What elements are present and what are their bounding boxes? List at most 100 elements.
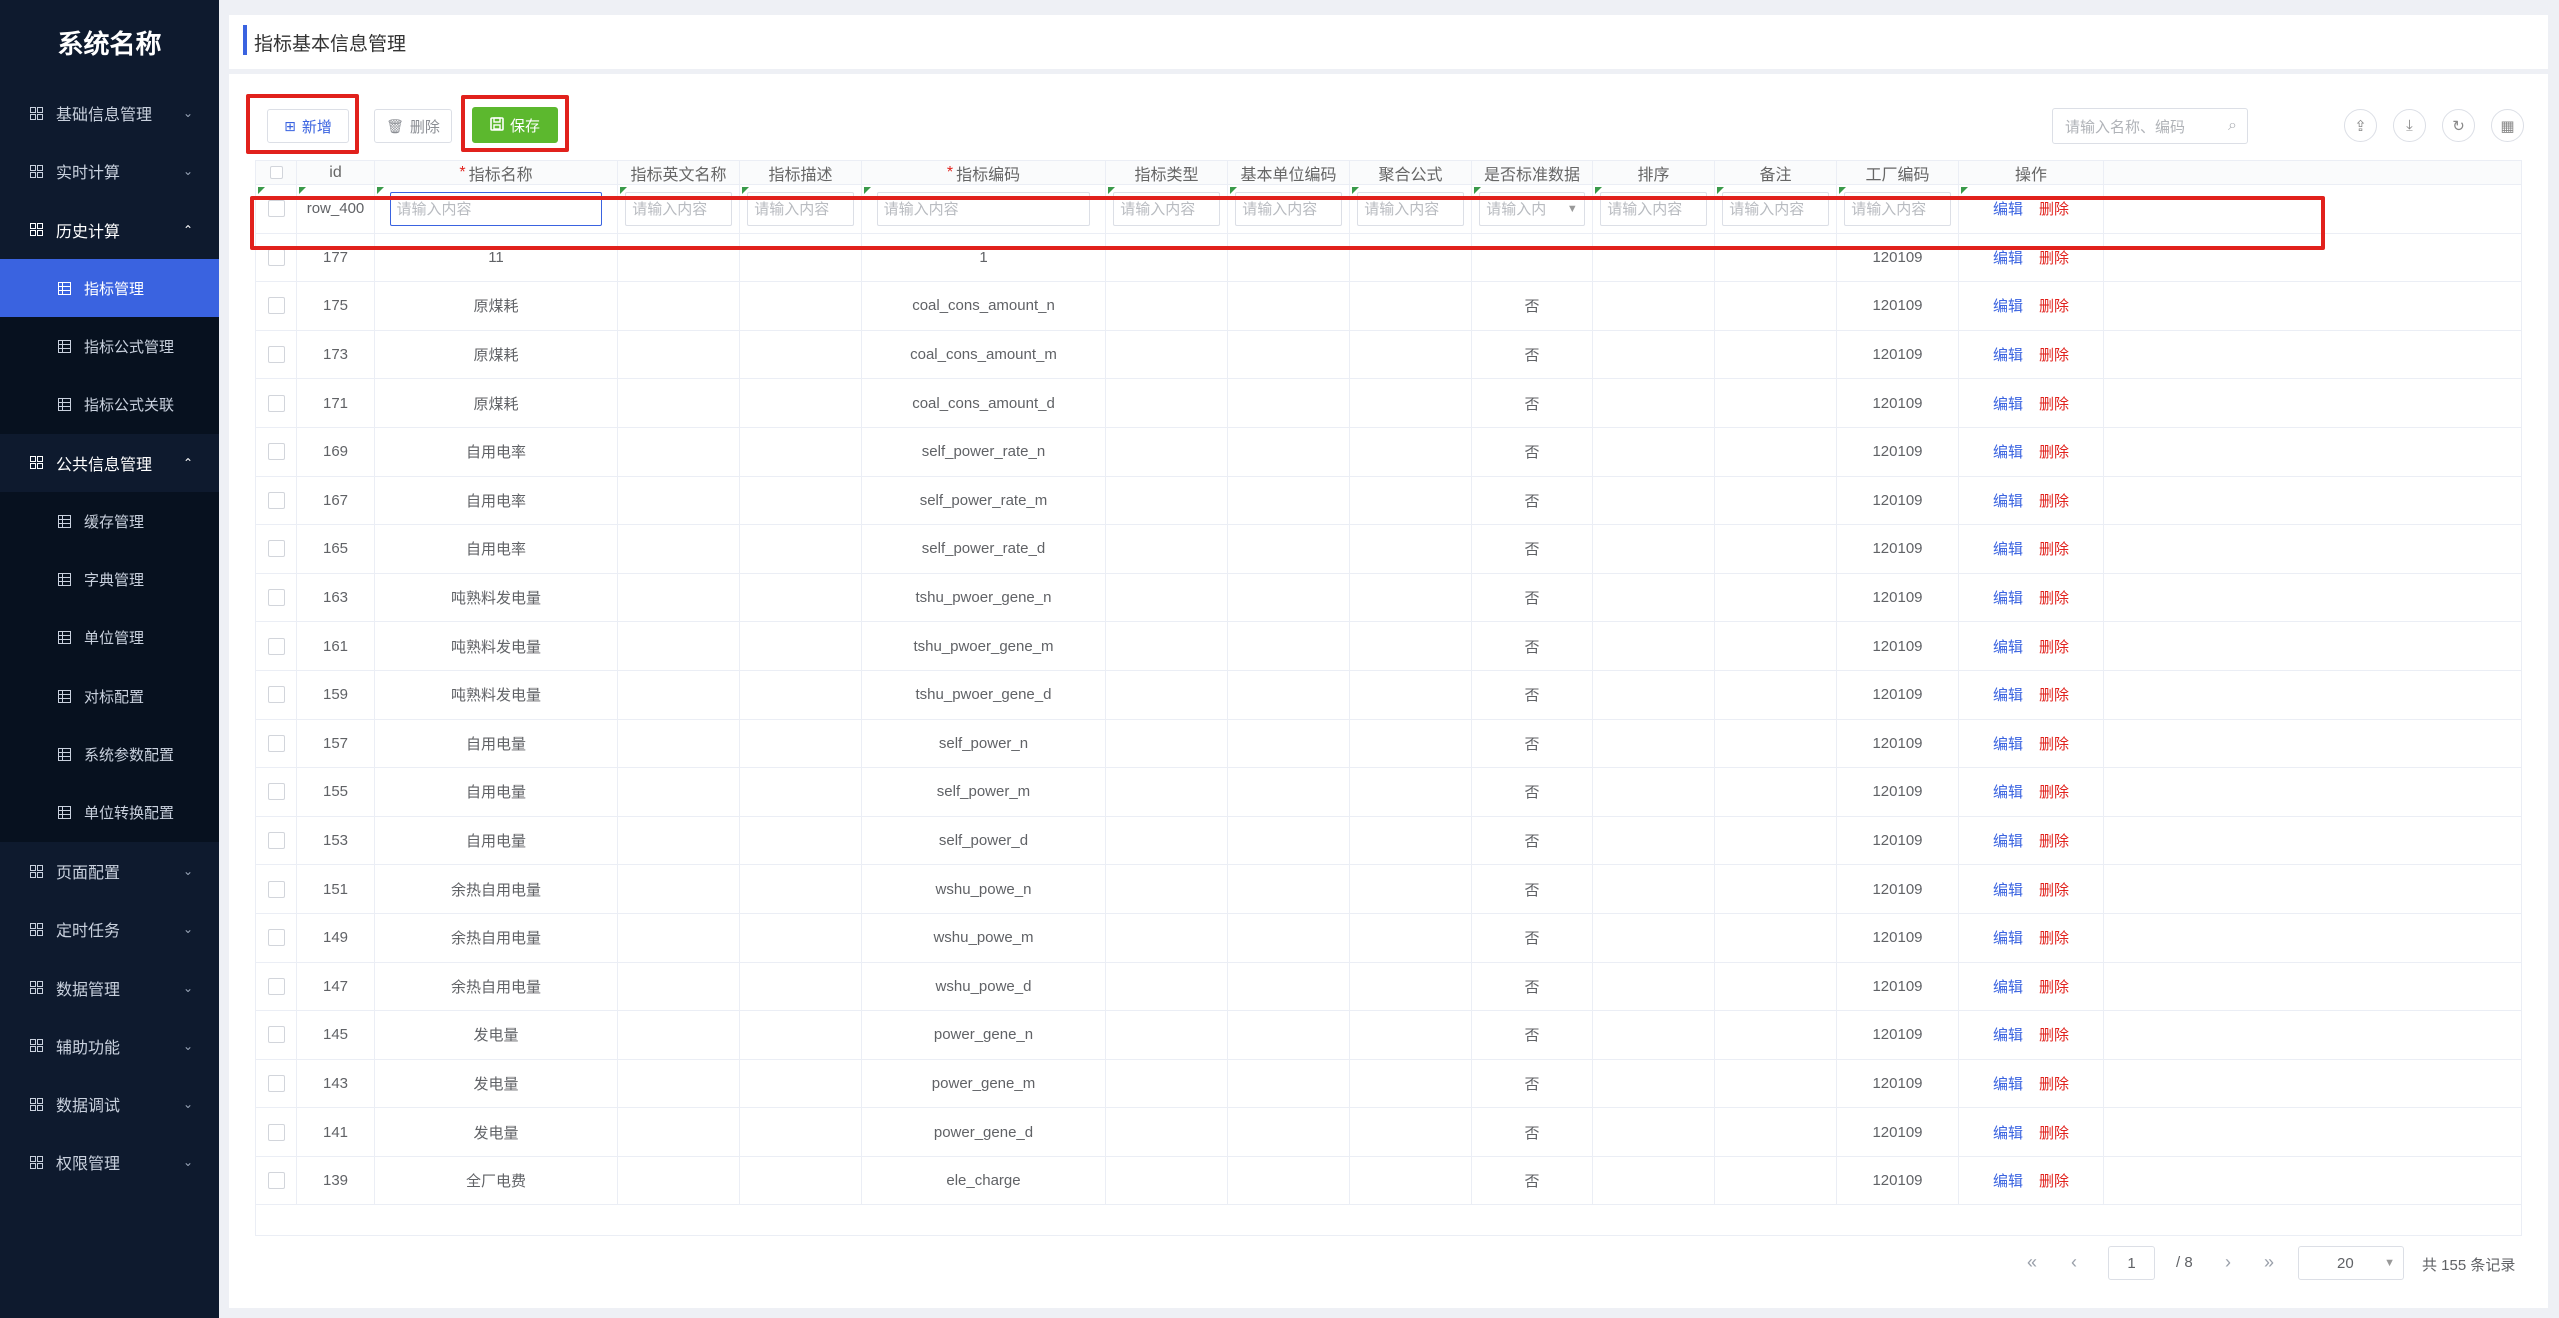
sidebar-item[interactable]: 数据管理 ⌄ [0, 958, 219, 1016]
select-all-checkbox[interactable] [256, 161, 297, 184]
sidebar-subitem[interactable]: 系统参数配置 [0, 725, 219, 784]
edit-link[interactable]: 编辑 [1993, 198, 2023, 219]
checkbox[interactable] [267, 783, 285, 801]
sidebar-item[interactable]: 实时计算 ⌄ [0, 142, 219, 200]
edit-link[interactable]: 编辑 [1993, 733, 2023, 754]
remove-link[interactable]: 删除 [2039, 198, 2069, 219]
checkbox[interactable] [267, 1026, 285, 1044]
sidebar-subitem[interactable]: 字典管理 [0, 550, 219, 609]
new-row-input[interactable]: 请输入内容 [1357, 191, 1464, 226]
remove-link[interactable]: 删除 [2039, 393, 2069, 414]
checkbox[interactable] [267, 200, 285, 218]
row-checkbox-cell[interactable] [256, 1108, 297, 1156]
new-row-input[interactable]: 请输入内容 [876, 191, 1091, 226]
new-row-input[interactable]: 请输入内容 [389, 191, 603, 226]
last-page-icon[interactable]: » [2264, 1252, 2274, 1273]
checkbox[interactable] [267, 880, 285, 898]
checkbox[interactable] [267, 540, 285, 558]
checkbox[interactable] [267, 734, 285, 752]
next-page-icon[interactable]: › [2225, 1252, 2231, 1273]
checkbox[interactable] [267, 394, 285, 412]
column-settings-icon[interactable]: ▦ [2491, 109, 2524, 142]
checkbox[interactable] [267, 248, 285, 266]
edit-link[interactable]: 编辑 [1993, 247, 2023, 268]
remove-link[interactable]: 删除 [2039, 247, 2069, 268]
row-checkbox-cell[interactable] [256, 330, 297, 379]
sidebar-subitem[interactable]: 单位转换配置 [0, 783, 219, 842]
checkbox[interactable] [267, 832, 285, 850]
row-checkbox-cell[interactable] [256, 1059, 297, 1108]
edit-link[interactable]: 编辑 [1993, 587, 2023, 608]
new-row-input[interactable]: 请输入内容 [1113, 191, 1220, 226]
sidebar-subitem[interactable]: 指标公式关联 [0, 375, 219, 434]
delete-button[interactable]: 🗑 删除 [374, 109, 452, 143]
save-button[interactable]: 保存 [472, 107, 558, 143]
edit-link[interactable]: 编辑 [1993, 393, 2023, 414]
row-checkbox-cell[interactable] [256, 768, 297, 816]
remove-link[interactable]: 删除 [2039, 344, 2069, 365]
sidebar-item[interactable]: 历史计算 ⌃ [0, 201, 219, 259]
remove-link[interactable]: 删除 [2039, 441, 2069, 462]
edit-link[interactable]: 编辑 [1993, 538, 2023, 559]
checkbox[interactable] [267, 686, 285, 704]
edit-link[interactable]: 编辑 [1993, 1170, 2023, 1191]
row-checkbox-cell[interactable] [256, 865, 297, 913]
row-checkbox-cell[interactable] [256, 476, 297, 525]
remove-link[interactable]: 删除 [2039, 587, 2069, 608]
refresh-icon[interactable]: ↻ [2442, 109, 2475, 142]
sidebar-subitem[interactable]: 指标公式管理 [0, 317, 219, 376]
edit-link[interactable]: 编辑 [1993, 1122, 2023, 1143]
remove-link[interactable]: 删除 [2039, 295, 2069, 316]
remove-link[interactable]: 删除 [2039, 976, 2069, 997]
edit-link[interactable]: 编辑 [1993, 441, 2023, 462]
checkbox[interactable] [267, 1172, 285, 1190]
sidebar-item[interactable]: 基础信息管理 ⌄ [0, 84, 219, 142]
edit-link[interactable]: 编辑 [1993, 344, 2023, 365]
row-checkbox-cell[interactable] [256, 427, 297, 476]
row-checkbox-cell[interactable] [256, 185, 297, 233]
remove-link[interactable]: 删除 [2039, 879, 2069, 900]
sidebar-item[interactable]: 页面配置 ⌄ [0, 842, 219, 900]
checkbox[interactable] [267, 1123, 285, 1141]
remove-link[interactable]: 删除 [2039, 1122, 2069, 1143]
edit-link[interactable]: 编辑 [1993, 976, 2023, 997]
remove-link[interactable]: 删除 [2039, 684, 2069, 705]
row-checkbox-cell[interactable] [256, 962, 297, 1011]
first-page-icon[interactable]: « [2027, 1252, 2037, 1273]
row-checkbox-cell[interactable] [256, 573, 297, 622]
upload-icon[interactable]: ⇪ [2344, 109, 2377, 142]
new-row-input[interactable]: 请输入内容 [625, 191, 732, 226]
remove-link[interactable]: 删除 [2039, 733, 2069, 754]
edit-link[interactable]: 编辑 [1993, 830, 2023, 851]
page-number-input[interactable]: 1 [2108, 1246, 2155, 1280]
page-size-select[interactable]: 20 ▼ [2298, 1246, 2404, 1280]
checkbox[interactable] [267, 637, 285, 655]
edit-link[interactable]: 编辑 [1993, 490, 2023, 511]
new-row-input[interactable]: 请输入内容 [1722, 191, 1829, 226]
remove-link[interactable]: 删除 [2039, 1073, 2069, 1094]
row-checkbox-cell[interactable] [256, 525, 297, 573]
checkbox[interactable] [267, 589, 285, 607]
download-icon[interactable]: ⤓ [2393, 109, 2426, 142]
row-checkbox-cell[interactable] [256, 670, 297, 719]
sidebar-item[interactable]: 辅助功能 ⌄ [0, 1017, 219, 1075]
row-checkbox-cell[interactable] [256, 282, 297, 330]
edit-link[interactable]: 编辑 [1993, 1024, 2023, 1045]
sidebar-item[interactable]: 定时任务 ⌄ [0, 900, 219, 958]
remove-link[interactable]: 删除 [2039, 1024, 2069, 1045]
edit-link[interactable]: 编辑 [1993, 927, 2023, 948]
edit-link[interactable]: 编辑 [1993, 684, 2023, 705]
row-checkbox-cell[interactable] [256, 622, 297, 670]
row-checkbox-cell[interactable] [256, 816, 297, 865]
checkbox[interactable] [267, 297, 285, 315]
search-input[interactable]: 请输入名称、编码 ⌕ [2052, 108, 2248, 144]
add-button[interactable]: ⊞ 新增 [267, 109, 349, 143]
remove-link[interactable]: 删除 [2039, 781, 2069, 802]
checkbox[interactable] [269, 166, 283, 179]
sidebar-subitem[interactable]: 缓存管理 [0, 492, 219, 551]
row-checkbox-cell[interactable] [256, 233, 297, 282]
edit-link[interactable]: 编辑 [1993, 879, 2023, 900]
edit-link[interactable]: 编辑 [1993, 781, 2023, 802]
row-checkbox-cell[interactable] [256, 1011, 297, 1059]
new-row-input[interactable]: 请输入内容 [1844, 191, 1951, 226]
